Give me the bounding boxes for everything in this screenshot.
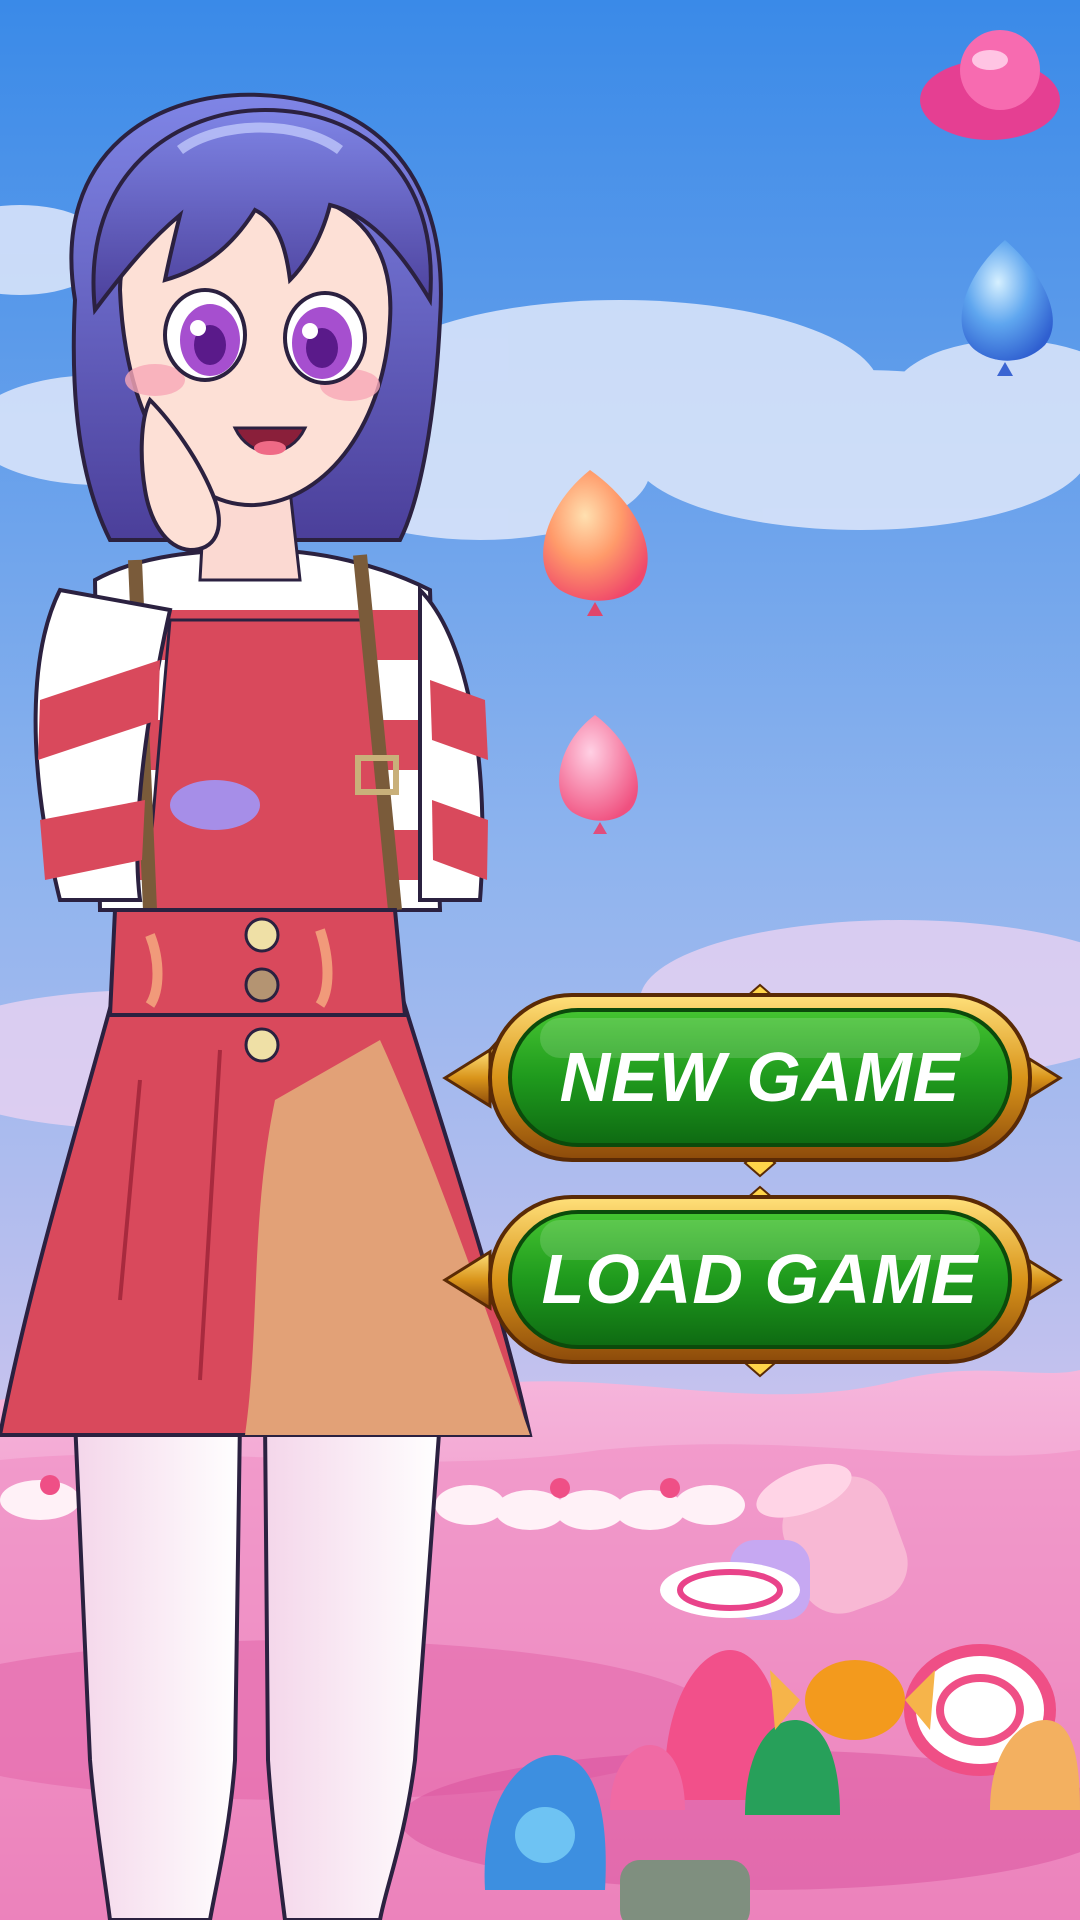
new-game-label: NEW GAME [560,1038,962,1116]
title-screen: NEW GAME LOAD GAME [0,0,1080,1920]
load-game-button[interactable]: LOAD GAME [442,1185,1063,1378]
load-game-label: LOAD GAME [542,1240,980,1318]
new-game-button[interactable]: NEW GAME [442,983,1063,1178]
